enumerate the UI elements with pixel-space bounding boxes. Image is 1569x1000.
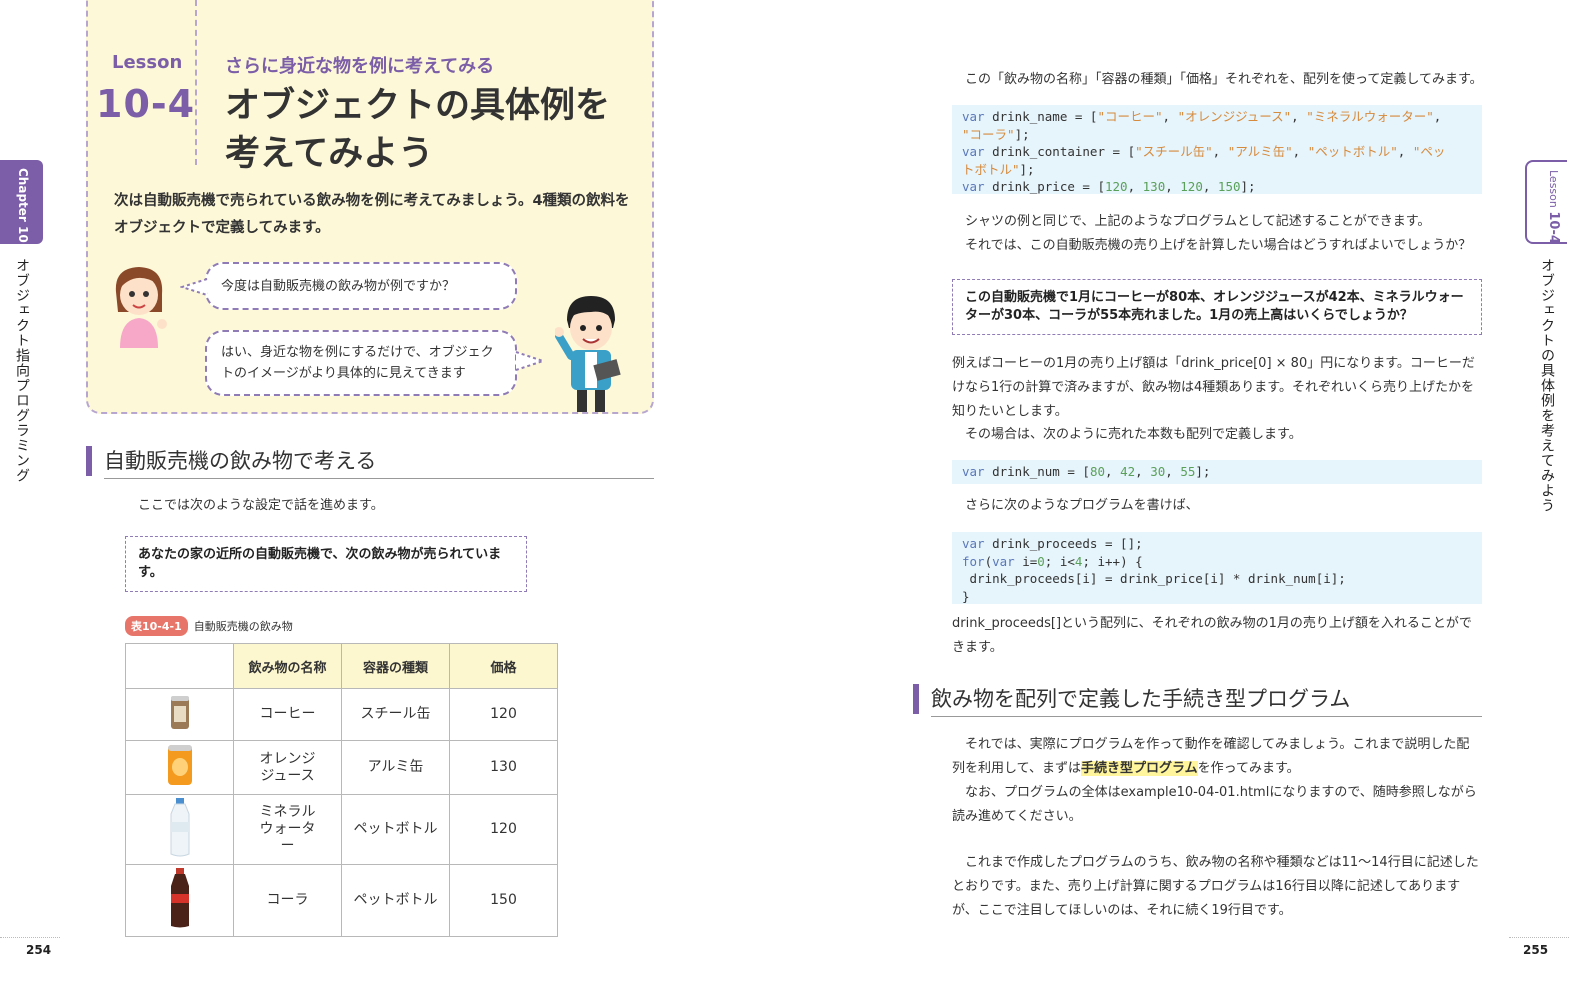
- table-cell-container: スチール缶: [341, 688, 450, 741]
- table-cell-price: 150: [449, 864, 558, 937]
- table-cell-icon: [125, 864, 234, 937]
- table-cell-price: 120: [449, 688, 558, 741]
- lesson-tab-label: Lesson: [1547, 170, 1560, 208]
- speech-bubble-man-text: はい、身近な物を例にするだけで、オブジェクトのイメージがより具体的に見えてきます: [221, 345, 494, 381]
- table-cell-name-text: ミネラルウォーター: [259, 804, 316, 854]
- speech-bubble-man: はい、身近な物を例にするだけで、オブジェクトのイメージがより具体的に見えてきます: [205, 330, 517, 396]
- table-header-blank: [125, 643, 234, 689]
- table-cell-price: 120: [449, 794, 558, 865]
- page-number-right: 255: [1523, 943, 1549, 957]
- table-badge: 表10-4-1: [125, 616, 188, 636]
- table-header-name: 飲み物の名称: [233, 643, 342, 689]
- table-cell-container: ペットボトル: [341, 794, 450, 865]
- lesson-tab-number: 10-4: [1546, 211, 1561, 244]
- speech-bubble-woman-tail: [180, 278, 208, 296]
- table-cell-container: ペットボトル: [341, 864, 450, 937]
- table-header-row: 飲み物の名称 容器の種類 価格: [125, 643, 558, 689]
- table-cell-icon: [125, 740, 234, 795]
- table-row: コーラ ペットボトル 150: [125, 864, 558, 937]
- chapter-title-vertical: オブジェクト指向プログラミング: [14, 258, 30, 483]
- table-header-price: 価格: [449, 643, 558, 689]
- lesson-number: 10-4: [96, 82, 196, 126]
- man-character-illustration: [555, 296, 621, 412]
- table-cell-name: コーラ: [233, 864, 342, 937]
- code-block-proceeds-loop: var drink_proceeds = []; for(var i=0; i<…: [952, 532, 1482, 604]
- header-divider: [195, 0, 197, 165]
- callout-sales-question: この自動販売機で1月にコーヒーが80本、オレンジジュースが42本、ミネラルウォー…: [952, 279, 1482, 335]
- paragraph-5: さらに次のようなプログラムを書けば、: [965, 498, 1199, 513]
- table-cell-name-text: オレンジジュース: [259, 750, 316, 784]
- table-cell-price: 130: [449, 740, 558, 795]
- speech-bubble-woman-text: 今度は自動販売機の飲み物が例ですか？: [221, 278, 456, 294]
- table-row: コーヒー スチール缶 120: [125, 688, 558, 741]
- paragraph-3: 例えばコーヒーの1月の売り上げ額は「drink_price[0] × 80」円に…: [952, 356, 1475, 419]
- table-cell-icon: [125, 794, 234, 865]
- section-heading-vending: 自動販売機の飲み物で考える: [86, 446, 654, 476]
- code-block-drink-num: var drink_num = [80, 42, 30, 55];: [952, 460, 1482, 484]
- paragraph-1: この「飲み物の名称」「容器の種類」「価格」それぞれを、配列を使って定義してみます…: [965, 72, 1483, 87]
- paragraph-6: drink_proceeds[]という配列に、それぞれの飲み物の1月の売り上げ額…: [952, 616, 1472, 655]
- chapter-tab: Chapter 10: [0, 160, 43, 244]
- table-header-container: 容器の種類: [341, 643, 450, 689]
- paragraph-9: これまで作成したプログラムのうち、飲み物の名称や種類などは11～14行目に記述し…: [952, 855, 1479, 918]
- cola-bottle-icon: [170, 868, 189, 928]
- side-title-vertical: オブジェクトの具体例を考えてみよう: [1539, 258, 1555, 513]
- lesson-subtitle: さらに身近な物を例に考えてみる: [225, 56, 495, 77]
- page-title-line-2: 考えてみよう: [225, 134, 434, 174]
- setup-text: ここでは次のような設定で話を進めます。: [138, 498, 384, 513]
- paragraph-7-after: を作ってみます。: [1197, 761, 1300, 776]
- highlight-procedural-program: 手続き型プログラム: [1080, 761, 1198, 776]
- paragraph-7: それでは、実際にプログラムを作って動作を確認してみましょう。これまで説明した配列…: [952, 733, 1482, 781]
- woman-character-illustration: [115, 267, 167, 348]
- intro-text: 次は自動販売機で売られている飲み物を例に考えてみましょう。4種類の飲料をオブジェ…: [114, 193, 630, 236]
- table-row: オレンジジュース アルミ缶 130: [125, 740, 558, 795]
- section-underline: [104, 478, 654, 479]
- callout-vending-text: あなたの家の近所の自動販売機で、次の飲み物が売られています。: [138, 547, 502, 580]
- speech-bubble-woman: 今度は自動販売機の飲み物が例ですか？: [205, 262, 517, 310]
- section-underline-right: [931, 716, 1482, 717]
- paragraph-2b: それでは、この自動販売機の売り上げを計算したい場合はどうすればよいでしょうか？: [965, 238, 1472, 253]
- table-cell-name: ミネラルウォーター: [233, 794, 342, 865]
- page-number-rule-right: [1509, 937, 1569, 938]
- chapter-tab-label: Chapter 10: [16, 168, 30, 243]
- lesson-tab-text: Lesson 10-4: [1521, 170, 1561, 254]
- page-number-rule-left: [0, 937, 60, 938]
- table-cell-name: コーヒー: [233, 688, 342, 741]
- paragraph-8: なお、プログラムの全体はexample10-04-01.htmlになりますので、…: [952, 785, 1477, 824]
- table-cell-name: オレンジジュース: [233, 740, 342, 795]
- lesson-tab: Lesson 10-4: [1525, 160, 1567, 244]
- water-bottle-icon: [170, 798, 189, 857]
- page-number-left: 254: [26, 943, 52, 957]
- paragraph-4: その場合は、次のように売れた本数も配列で定義します。: [965, 427, 1302, 442]
- orange-juice-can-icon: [167, 745, 192, 785]
- table-cell-icon: [125, 688, 234, 741]
- code-block-drink-arrays: var drink_name = ["コーヒー", "オレンジジュース", "ミ…: [952, 105, 1482, 194]
- drinks-table: 飲み物の名称 容器の種類 価格 コーヒー スチール缶 120 オレンジジュース …: [125, 643, 558, 937]
- table-row: ミネラルウォーター ペットボトル 120: [125, 794, 558, 865]
- table-caption-text: 自動販売機の飲み物: [193, 620, 293, 633]
- coffee-can-icon: [170, 696, 189, 729]
- paragraph-2a: シャツの例と同じで、上記のようなプログラムとして記述することができます。: [965, 214, 1431, 229]
- speech-bubble-man-tail: [515, 351, 545, 371]
- callout-sales-question-text: この自動販売機で1月にコーヒーが80本、オレンジジュースが42本、ミネラルウォー…: [965, 290, 1464, 323]
- page-title-line-1: オブジェクトの具体例を: [225, 86, 611, 126]
- page-title: オブジェクトの具体例を 考えてみよう: [225, 82, 645, 178]
- lesson-label: Lesson: [112, 52, 183, 73]
- table-caption: 表10-4-1 自動販売機の飲み物: [125, 616, 293, 636]
- table-cell-container: アルミ缶: [341, 740, 450, 795]
- callout-vending: あなたの家の近所の自動販売機で、次の飲み物が売られています。: [125, 536, 527, 592]
- section-heading-procedural: 飲み物を配列で定義した手続き型プログラム: [913, 684, 1500, 714]
